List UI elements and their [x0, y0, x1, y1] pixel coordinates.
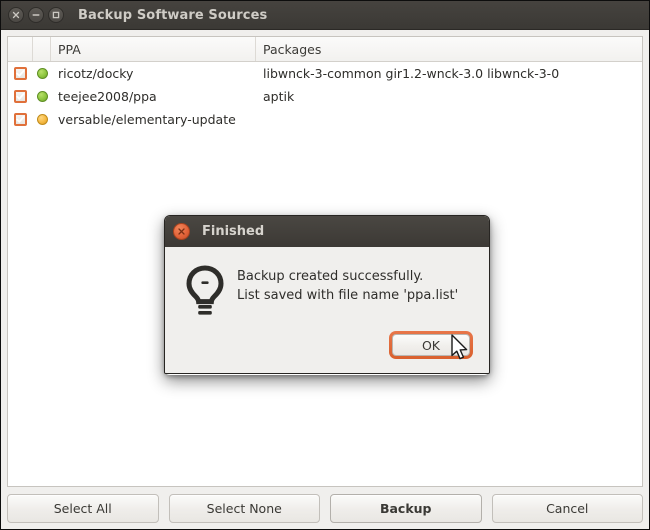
dialog-title: Finished — [202, 224, 265, 239]
cancel-button[interactable]: Cancel — [491, 493, 643, 523]
row-status-cell — [33, 68, 51, 79]
select-all-button[interactable]: Select All — [7, 493, 159, 523]
row-status-cell — [33, 114, 51, 125]
table-row[interactable]: ricotz/docky libwnck-3-common gir1.2-wnc… — [8, 62, 642, 85]
table-row[interactable]: teejee2008/ppa aptik — [8, 85, 642, 108]
status-dot-icon — [36, 114, 48, 125]
ok-button-focus-ring: OK — [389, 331, 473, 359]
column-header-packages[interactable]: Packages — [256, 37, 642, 61]
close-icon[interactable] — [8, 7, 24, 23]
dialog-body: Backup created successfully. List saved … — [165, 247, 489, 321]
list-header: PPA Packages — [8, 37, 642, 62]
window-titlebar: Backup Software Sources — [1, 1, 649, 30]
row-checkbox-cell[interactable] — [8, 113, 33, 126]
row-ppa: versable/elementary-update — [58, 112, 236, 127]
row-ppa: teejee2008/ppa — [58, 89, 157, 104]
column-header-check[interactable] — [8, 37, 33, 61]
checkbox-icon[interactable] — [14, 67, 27, 80]
checkbox-icon[interactable] — [14, 90, 27, 103]
finished-dialog: Finished Backup created successfully. Li… — [164, 215, 490, 374]
lightbulb-icon — [183, 263, 229, 321]
dialog-message-line1: Backup created successfully. — [237, 269, 424, 284]
select-none-button[interactable]: Select None — [168, 493, 320, 523]
checkbox-icon[interactable] — [14, 113, 27, 126]
status-dot-icon — [36, 91, 48, 102]
maximize-icon[interactable] — [48, 7, 64, 23]
dialog-message-line2: List saved with file name 'ppa.list' — [237, 288, 459, 303]
column-header-status[interactable] — [33, 37, 51, 61]
row-packages: libwnck-3-common gir1.2-wnck-3.0 libwnck… — [263, 66, 560, 81]
row-packages: aptik — [263, 89, 295, 104]
ok-button[interactable]: OK — [392, 334, 470, 356]
table-row[interactable]: versable/elementary-update — [8, 108, 642, 131]
column-header-ppa[interactable]: PPA — [51, 37, 256, 61]
window-title: Backup Software Sources — [78, 7, 268, 23]
dialog-message: Backup created successfully. List saved … — [237, 263, 458, 305]
row-checkbox-cell[interactable] — [8, 90, 33, 103]
dialog-actions: OK — [165, 321, 489, 373]
row-ppa: ricotz/docky — [58, 66, 134, 81]
row-status-cell — [33, 91, 51, 102]
row-checkbox-cell[interactable] — [8, 67, 33, 80]
status-dot-icon — [36, 68, 48, 79]
backup-button[interactable]: Backup — [330, 493, 482, 523]
window-controls — [8, 7, 64, 23]
footer-buttons: Select All Select None Backup Cancel — [1, 487, 649, 529]
dialog-titlebar: Finished — [165, 216, 489, 247]
dialog-close-icon[interactable] — [173, 223, 190, 240]
minimize-icon[interactable] — [28, 7, 44, 23]
